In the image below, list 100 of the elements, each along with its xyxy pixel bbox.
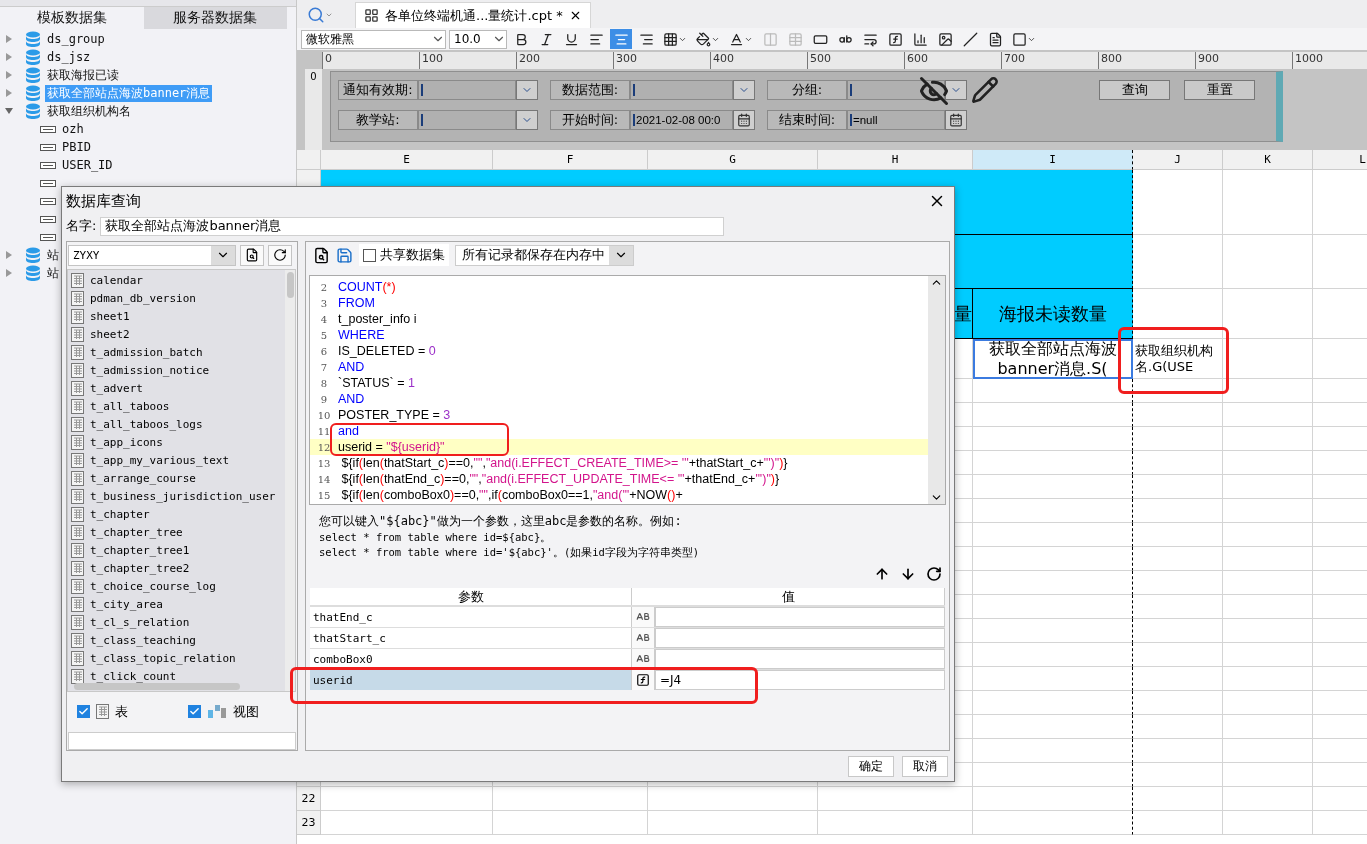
search-icon[interactable]	[307, 6, 325, 24]
row-header[interactable]: 22	[297, 787, 321, 811]
table-cell[interactable]	[973, 571, 1133, 595]
border-icon[interactable]	[663, 31, 678, 47]
checkbox[interactable]	[363, 249, 376, 262]
table-item[interactable]: t_click_count	[90, 669, 177, 683]
connection-select[interactable]: ZYXY	[68, 244, 236, 266]
table-cell[interactable]	[973, 547, 1133, 571]
expander-icon[interactable]	[5, 89, 13, 97]
table-cell[interactable]	[973, 427, 1133, 451]
table-item[interactable]: t_chapter	[90, 507, 150, 521]
expander-icon[interactable]	[5, 35, 13, 43]
table-item[interactable]: t_all_taboos_logs	[90, 417, 203, 431]
table-cell[interactable]	[973, 739, 1133, 763]
tree-item[interactable]: 站	[45, 246, 61, 264]
row-header[interactable]	[297, 150, 321, 170]
preview-icon[interactable]	[313, 247, 330, 264]
column-header[interactable]: E	[321, 150, 493, 170]
parameter-value[interactable]	[655, 649, 945, 670]
table-cell[interactable]	[973, 523, 1133, 547]
font-size-select[interactable]: 10.0	[449, 29, 507, 49]
table-item[interactable]: t_choice_course_log	[90, 579, 216, 593]
combo-field[interactable]	[418, 110, 516, 130]
border-box-icon[interactable]	[1012, 31, 1027, 47]
font-color-icon[interactable]	[729, 31, 744, 47]
save-icon[interactable]	[336, 247, 353, 264]
table-item[interactable]: t_city_area	[90, 597, 163, 611]
table-item[interactable]: calendar	[90, 273, 143, 287]
table-cell[interactable]	[973, 403, 1133, 427]
table-item[interactable]: t_arrange_course	[90, 471, 196, 485]
column-header[interactable]: G	[648, 150, 818, 170]
table-item[interactable]: t_admission_notice	[90, 363, 210, 377]
table-item[interactable]: pdman_db_version	[90, 291, 196, 305]
table-item[interactable]: t_advert	[90, 381, 143, 395]
parameter-name[interactable]: comboBox0	[310, 649, 632, 670]
tree-item[interactable]: ds_jsz	[45, 50, 93, 64]
column-header[interactable]: I	[973, 150, 1133, 170]
table-item[interactable]: t_class_topic_relation	[90, 651, 236, 665]
tree-item[interactable]: USER_ID	[60, 158, 115, 172]
tree-item[interactable]: 获取组织机构名	[45, 102, 133, 120]
table-cell[interactable]	[973, 475, 1133, 499]
table-cell[interactable]	[973, 787, 1133, 811]
table-cell[interactable]	[973, 619, 1133, 643]
table-cell[interactable]	[973, 451, 1133, 475]
date-field[interactable]: =null	[847, 110, 945, 130]
tree-item[interactable]: ozh	[60, 122, 86, 136]
table-item[interactable]: t_app_my_various_text	[90, 453, 230, 467]
edit-connection-button[interactable]	[240, 244, 264, 266]
table-cell[interactable]	[973, 763, 1133, 787]
table-cell[interactable]: 获取组织机构名.G(USE	[1133, 339, 1223, 379]
expander-icon[interactable]	[5, 71, 13, 79]
text-type-icon[interactable]	[632, 649, 655, 670]
dialog-button[interactable]: 取消	[902, 755, 948, 777]
file-search-icon[interactable]	[245, 248, 259, 263]
text-type-icon[interactable]	[632, 628, 655, 649]
expander-icon[interactable]	[5, 269, 13, 277]
table-item[interactable]: t_cl_s_relation	[90, 615, 190, 629]
scrollbar[interactable]	[285, 270, 295, 692]
sql-editor[interactable]	[309, 275, 946, 506]
column-header[interactable]: F	[493, 150, 648, 170]
parameter-name[interactable]: userid	[310, 670, 632, 691]
expander-icon[interactable]	[5, 107, 13, 115]
table-cell[interactable]	[973, 595, 1133, 619]
fill-color-icon[interactable]	[696, 31, 711, 47]
table-cell[interactable]	[973, 811, 1133, 835]
document-tab[interactable]: 各单位终端机通...量统计.cpt *	[355, 2, 591, 28]
tree-item[interactable]: 获取海报已读	[45, 66, 121, 84]
table-item[interactable]: t_chapter_tree	[90, 525, 183, 539]
filter-field[interactable]	[68, 731, 296, 751]
dialog-button[interactable]: 确定	[848, 755, 894, 777]
table-cell[interactable]: 获取全部站点海波banner消息.S(	[973, 339, 1133, 379]
column-header[interactable]: H	[818, 150, 973, 170]
date-field[interactable]: 2021-02-08 00:0	[630, 110, 733, 130]
table-item[interactable]: t_chapter_tree2	[90, 561, 190, 575]
parameter-name[interactable]: thatStart_c	[310, 628, 632, 649]
row-header[interactable]: 23	[297, 811, 321, 835]
scrollbar[interactable]	[74, 683, 240, 691]
refresh-icon[interactable]	[273, 248, 287, 263]
checkbox[interactable]	[188, 705, 201, 719]
table-item[interactable]: sheet2	[90, 327, 130, 341]
table-cell[interactable]: 海报未读数量	[973, 289, 1133, 339]
form-button[interactable]: 重置	[1184, 80, 1255, 100]
expander-icon[interactable]	[5, 251, 13, 259]
panel-tab[interactable]: 服务器数据集	[143, 7, 287, 29]
table-item[interactable]: t_chapter_tree1	[90, 543, 190, 557]
table-cell[interactable]	[973, 667, 1133, 691]
checkbox[interactable]	[77, 705, 90, 719]
table-item[interactable]: sheet1	[90, 309, 130, 323]
table-cell[interactable]	[973, 643, 1133, 667]
tree-item[interactable]: 站	[45, 264, 61, 282]
table-item[interactable]: t_all_taboos	[90, 399, 170, 413]
expander-icon[interactable]	[5, 53, 13, 61]
table-cell[interactable]	[973, 499, 1133, 523]
parameter-name[interactable]: thatEnd_c	[310, 607, 632, 628]
refresh-button[interactable]	[268, 244, 292, 266]
table-cell[interactable]	[973, 379, 1133, 403]
table-item[interactable]: t_admission_batch	[90, 345, 203, 359]
column-header[interactable]: J	[1133, 150, 1223, 170]
font-select[interactable]: 微软雅黑	[301, 29, 446, 49]
table-item[interactable]: t_app_icons	[90, 435, 163, 449]
